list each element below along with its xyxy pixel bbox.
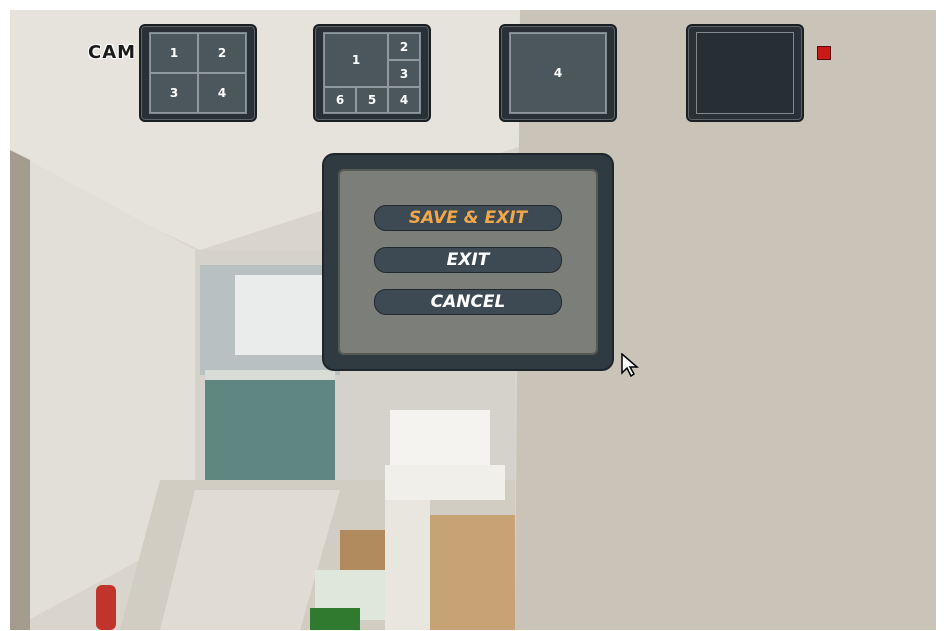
screen-frame: CAM 1 2 3 4 1 2 3 6 5 4 4 SAVE & EXIT EX…	[0, 0, 946, 631]
layout-cell: 3	[388, 60, 420, 87]
six-split-layout-grid: 1 2 3 6 5 4	[323, 32, 421, 114]
camera-video-feed: CAM 1 2 3 4 1 2 3 6 5 4 4 SAVE & EXIT EX…	[10, 10, 936, 630]
cancel-button[interactable]: CANCEL	[374, 289, 562, 315]
exit-button[interactable]: EXIT	[374, 247, 562, 273]
layout-cell: 4	[198, 73, 246, 113]
blank-layout-grid	[696, 32, 794, 114]
layout-cell: 5	[356, 87, 388, 113]
single-layout-button[interactable]: 4	[499, 24, 617, 122]
quad-layout-grid: 1 2 3 4	[149, 32, 247, 114]
mouse-cursor-icon	[621, 353, 640, 377]
exit-dialog: SAVE & EXIT EXIT CANCEL	[324, 155, 612, 369]
save-and-exit-button[interactable]: SAVE & EXIT	[374, 205, 562, 231]
exit-dialog-panel: SAVE & EXIT EXIT CANCEL	[338, 169, 598, 355]
record-indicator-icon	[817, 46, 831, 60]
six-split-layout-button[interactable]: 1 2 3 6 5 4	[313, 24, 431, 122]
layout-cell: 6	[324, 87, 356, 113]
blank-layout-button[interactable]	[686, 24, 804, 122]
layout-cell: 1	[324, 33, 388, 87]
single-layout-grid: 4	[509, 32, 607, 114]
layout-cell: 1	[150, 33, 198, 73]
layout-cell: 3	[150, 73, 198, 113]
layout-cell: 4	[510, 33, 606, 113]
quad-layout-button[interactable]: 1 2 3 4	[139, 24, 257, 122]
layout-cell: 2	[388, 33, 420, 60]
layout-cell: 2	[198, 33, 246, 73]
camera-label: CAM	[88, 42, 137, 63]
layout-cell: 4	[388, 87, 420, 113]
